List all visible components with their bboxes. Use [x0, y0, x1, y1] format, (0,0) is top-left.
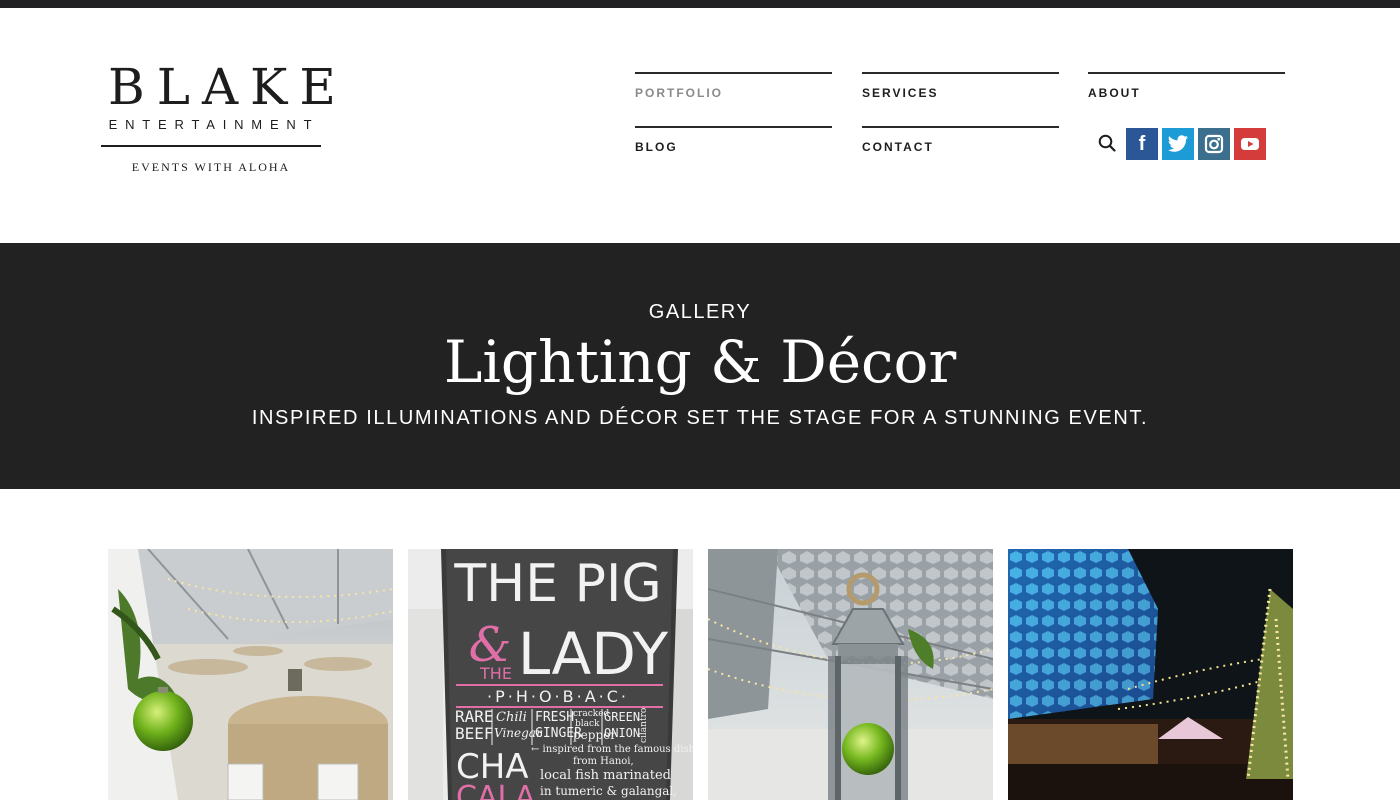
chalk-the: THE — [479, 664, 512, 683]
top-bar — [0, 0, 1400, 8]
chalk-the-pig: THE PIG — [453, 554, 661, 614]
chalk-inspired: ← inspired from the famous dish — [531, 744, 693, 755]
hero-banner: GALLERY Lighting & Décor INSPIRED ILLUMI… — [0, 243, 1400, 489]
nav-about[interactable]: ABOUT — [1088, 72, 1285, 100]
chalk-hanoi: from Hanoi, — [573, 756, 634, 767]
youtube-icon[interactable] — [1234, 128, 1266, 160]
logo-subtitle: ENTERTAINMENT — [108, 117, 320, 132]
chalk-lady: LADY — [518, 620, 669, 688]
chalk-tumeric: in tumeric & galangal, — [540, 784, 677, 798]
facebook-icon[interactable]: f — [1126, 128, 1158, 160]
gallery-image-chalkboard[interactable]: THE PIG & THE LADY ·P·H·O·B·A·C· RARE BE… — [408, 549, 693, 800]
facebook-glyph: f — [1138, 132, 1146, 155]
page-title: Lighting & Décor — [443, 328, 957, 396]
logo-tagline: EVENTS WITH ALOHA — [131, 160, 291, 174]
hero-subtitle: INSPIRED ILLUMINATIONS AND DÉCOR SET THE… — [251, 407, 1149, 429]
nav-contact[interactable]: CONTACT — [862, 126, 1059, 154]
nav-blog[interactable]: BLOG — [635, 126, 832, 154]
nav-services[interactable]: SERVICES — [862, 72, 1059, 100]
hero-eyebrow: GALLERY — [648, 301, 752, 323]
instagram-icon[interactable] — [1198, 128, 1230, 160]
gallery-image-tent-tables[interactable] — [108, 549, 393, 800]
chalk-green: GREEN — [604, 710, 640, 724]
chalk-cala: CALA — [456, 780, 536, 800]
nav-portfolio[interactable]: PORTFOLIO — [635, 72, 832, 100]
search-icon[interactable] — [1098, 134, 1116, 152]
chalk-onion: ONION — [604, 726, 640, 740]
logo-divider — [101, 145, 321, 147]
chalk-fresh: FRESH — [535, 710, 574, 725]
chalk-beef: BEEF — [455, 724, 494, 743]
logo[interactable]: BLAKE ENTERTAINMENT EVENTS WITH ALOHA — [100, 58, 348, 175]
chalk-chili: Chili — [496, 710, 527, 725]
logo-wordmark: BLAKE — [108, 58, 348, 116]
twitter-icon[interactable] — [1162, 128, 1194, 160]
chalk-pho-bac: ·P·H·O·B·A·C· — [487, 687, 629, 706]
chalk-cilantro: cilantro — [639, 708, 649, 743]
gallery-image-night-building[interactable] — [1008, 549, 1293, 800]
gallery-image-lantern[interactable] — [708, 549, 993, 800]
chalk-local-fish: local fish marinated — [540, 768, 671, 783]
